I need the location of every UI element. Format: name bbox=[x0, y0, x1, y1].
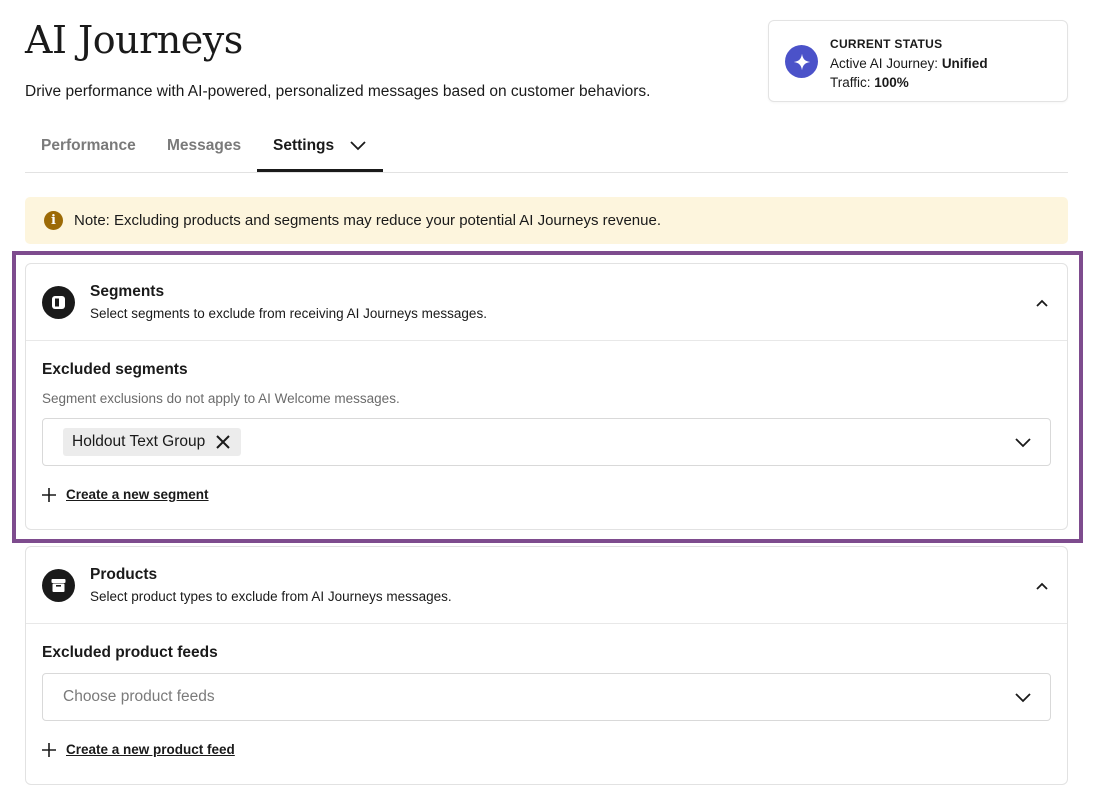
products-description: Select product types to exclude from AI … bbox=[90, 589, 452, 604]
segments-description: Select segments to exclude from receivin… bbox=[90, 306, 487, 321]
page-subtitle: Drive performance with AI-powered, perso… bbox=[25, 83, 651, 100]
status-journey-value: Unified bbox=[941, 56, 988, 71]
current-status-card: CURRENT STATUS Active AI Journey: Unifie… bbox=[768, 20, 1068, 102]
segments-card: Segments Select segments to exclude from… bbox=[25, 263, 1068, 530]
segments-title: Segments bbox=[90, 283, 165, 300]
tab-performance[interactable]: Performance bbox=[41, 120, 136, 172]
products-icon bbox=[42, 569, 75, 602]
product-feeds-placeholder: Choose product feeds bbox=[63, 688, 215, 705]
status-journey-label: Active AI Journey: bbox=[830, 56, 942, 71]
segments-header[interactable]: Segments Select segments to exclude from… bbox=[26, 264, 1067, 341]
excluded-segments-label: Excluded segments bbox=[42, 361, 188, 378]
segment-chip: Holdout Text Group bbox=[63, 428, 242, 456]
remove-chip-icon[interactable] bbox=[215, 434, 231, 450]
note-text: Note: Excluding products and segments ma… bbox=[74, 212, 661, 229]
page-title: AI Journeys bbox=[25, 18, 243, 62]
products-header[interactable]: Products Select product types to exclude… bbox=[26, 547, 1067, 624]
status-traffic-value: 100% bbox=[874, 75, 909, 90]
active-tab-indicator bbox=[257, 169, 383, 172]
product-feeds-select[interactable]: Choose product feeds bbox=[42, 673, 1051, 721]
note-banner: i Note: Excluding products and segments … bbox=[25, 197, 1068, 244]
status-traffic: Traffic: 100% bbox=[830, 73, 988, 92]
excluded-segments-select[interactable]: Holdout Text Group bbox=[42, 418, 1051, 466]
create-product-feed-link[interactable]: Create a new product feed bbox=[42, 742, 235, 757]
create-segment-link[interactable]: Create a new segment bbox=[42, 487, 209, 502]
tab-bar: Performance Messages Settings bbox=[25, 120, 1068, 173]
sparkle-icon bbox=[785, 45, 818, 78]
create-product-feed-text: Create a new product feed bbox=[66, 742, 235, 757]
excluded-segments-help: Segment exclusions do not apply to AI We… bbox=[42, 391, 400, 406]
segment-chip-label: Holdout Text Group bbox=[72, 433, 206, 450]
tab-settings-label: Settings bbox=[273, 137, 335, 154]
status-heading: CURRENT STATUS bbox=[830, 37, 943, 51]
products-title: Products bbox=[90, 566, 158, 583]
status-traffic-label: Traffic: bbox=[830, 75, 875, 90]
segments-icon bbox=[42, 286, 75, 319]
excluded-product-feeds-label: Excluded product feeds bbox=[42, 644, 218, 661]
tab-settings[interactable]: Settings bbox=[273, 120, 367, 172]
chevron-down-icon bbox=[350, 141, 366, 151]
tab-messages[interactable]: Messages bbox=[167, 120, 241, 172]
chevron-down-icon bbox=[1015, 438, 1031, 448]
plus-icon bbox=[42, 487, 56, 502]
create-segment-text: Create a new segment bbox=[66, 487, 209, 502]
chevron-down-icon bbox=[1015, 693, 1031, 703]
products-card: Products Select product types to exclude… bbox=[25, 546, 1068, 785]
chevron-up-icon[interactable] bbox=[1033, 577, 1051, 595]
status-journey: Active AI Journey: Unified bbox=[830, 54, 988, 73]
plus-icon bbox=[42, 742, 56, 757]
info-icon: i bbox=[44, 211, 63, 230]
chevron-up-icon[interactable] bbox=[1033, 294, 1051, 312]
